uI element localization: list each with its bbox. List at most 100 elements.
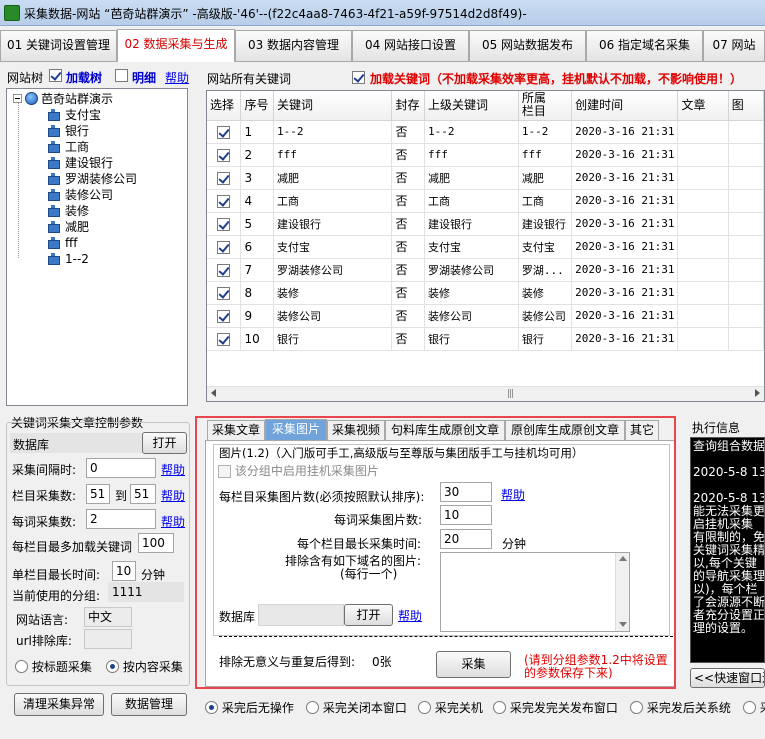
per-count-help-link[interactable]: 帮助 [161, 513, 185, 530]
image-db-help-link[interactable]: 帮助 [398, 607, 422, 624]
max-time-input[interactable]: 10 [112, 561, 136, 581]
row-select-cell[interactable] [207, 143, 242, 167]
option-close-publish[interactable]: 采完发完关发布窗口 [493, 699, 618, 716]
subtab-sentence-library[interactable]: 句料库生成原创文章 [385, 420, 505, 440]
tab-site-interface[interactable]: 04 网站接口设置 [352, 30, 469, 61]
row-select-cell[interactable] [207, 212, 242, 236]
table-row[interactable]: 5 建设银行否建设银行 建设银行 2020-3-16 21:31 [207, 212, 764, 236]
subtab-other[interactable]: 其它 [625, 420, 659, 440]
col-article[interactable]: 文章 [677, 91, 729, 121]
col-sealed[interactable]: 封存 [391, 91, 426, 121]
row-checkbox[interactable] [217, 148, 231, 162]
site-tree[interactable]: 芭奇站群演示 支付宝 银行 工商 建设银行 罗湖装修公司 装修公司 装修 减肥 … [6, 88, 188, 406]
interval-help-link[interactable]: 帮助 [161, 461, 185, 478]
url-exclude-input[interactable] [84, 629, 132, 649]
option-shutdown[interactable]: 采完关机 [418, 699, 483, 716]
row-select-cell[interactable] [207, 304, 242, 328]
tree-root[interactable]: 芭奇站群演示 [13, 91, 113, 107]
tree-item[interactable]: 减肥 [47, 219, 89, 235]
row-select-cell[interactable] [207, 258, 242, 282]
column-count-to-input[interactable]: 51 [130, 484, 156, 504]
radio-by-content[interactable]: 按内容采集 [106, 658, 183, 675]
table-row[interactable]: 7 罗湖装修公司否罗湖装修公司 罗湖... 2020-3-16 21:31 [207, 258, 764, 282]
table-row[interactable]: 10 银行否银行 银行 2020-3-16 21:31 [207, 327, 764, 351]
column-count-from-input[interactable]: 51 [86, 484, 110, 504]
table-row[interactable]: 9 装修公司否装修公司 装修公司 2020-3-16 21:31 [207, 304, 764, 328]
scroll-up-icon[interactable] [619, 556, 627, 561]
table-row[interactable]: 8 装修否装修 装修 2020-3-16 21:31 [207, 281, 764, 305]
tree-item[interactable]: 银行 [47, 123, 89, 139]
max-keywords-input[interactable]: 100 [138, 533, 174, 553]
row-checkbox[interactable] [217, 263, 231, 277]
row-select-cell[interactable] [207, 281, 242, 305]
tree-item[interactable]: 建设银行 [47, 155, 113, 171]
row-checkbox[interactable] [217, 125, 231, 139]
subtab-collect-images[interactable]: 采集图片 [265, 419, 327, 441]
grid-horizontal-scrollbar[interactable]: ||| [207, 386, 764, 401]
row-select-cell[interactable] [207, 235, 242, 259]
tab-site-more[interactable]: 07 网站 [703, 30, 765, 61]
load-keywords-checkbox[interactable] [352, 70, 365, 84]
per-count-input[interactable]: 2 [86, 509, 156, 529]
per-column-images-input[interactable]: 30 [440, 482, 492, 502]
scroll-thumb[interactable]: ||| [507, 389, 519, 399]
detail-checkbox[interactable] [115, 68, 128, 82]
row-select-cell[interactable] [207, 120, 242, 144]
collect-images-button[interactable]: 采集 [436, 651, 511, 678]
keyword-grid[interactable]: 选择 序号 关键词 封存 上级关键词 所属 栏目 创建时间 文章 图 1 1--2… [206, 90, 765, 402]
tab-data-collection[interactable]: 02 数据采集与生成 [117, 29, 235, 62]
row-checkbox[interactable] [217, 309, 231, 323]
option-more[interactable]: 采 [743, 699, 765, 716]
exclude-domains-textarea[interactable] [440, 552, 630, 632]
col-keyword[interactable]: 关键词 [273, 91, 393, 121]
open-database-button[interactable]: 打开 [142, 432, 187, 454]
tab-keyword-settings[interactable]: 01 关键词设置管理 [0, 30, 117, 61]
interval-input[interactable]: 0 [86, 458, 156, 478]
data-manage-button[interactable]: 数据管理 [111, 693, 187, 716]
collapse-icon[interactable] [13, 94, 22, 103]
tree-item[interactable]: 工商 [47, 139, 89, 155]
table-row[interactable]: 3 减肥否减肥 减肥 2020-3-16 21:31 [207, 166, 764, 190]
col-image[interactable]: 图 [728, 91, 764, 121]
table-row[interactable]: 4 工商否工商 工商 2020-3-16 21:31 [207, 189, 764, 213]
table-row[interactable]: 2 fff 否 fff fff 2020-3-16 21:31 [207, 143, 764, 167]
radio-by-title[interactable]: 按标题采集 [15, 658, 92, 675]
per-word-images-input[interactable]: 10 [440, 505, 492, 525]
row-checkbox[interactable] [217, 332, 231, 346]
scroll-down-icon[interactable] [619, 622, 627, 627]
column-count-help-link[interactable]: 帮助 [161, 487, 185, 504]
exec-log[interactable]: 查询组合数据 2020-5-8 13: 2020-5-8 13: 能无法采集更 启挂机采… [690, 437, 765, 663]
image-db-open-button[interactable]: 打开 [344, 604, 393, 626]
col-select[interactable]: 选择 [207, 91, 242, 121]
images-help-link[interactable]: 帮助 [501, 486, 525, 503]
row-select-cell[interactable] [207, 166, 242, 190]
tree-help-link[interactable]: 帮助 [165, 69, 189, 86]
textarea-scrollbar[interactable] [615, 553, 629, 631]
scroll-right-icon[interactable] [755, 389, 760, 397]
col-column[interactable]: 所属 栏目 [518, 91, 573, 121]
option-close-window[interactable]: 采完关闭本窗口 [306, 699, 407, 716]
row-checkbox[interactable] [217, 194, 231, 208]
tab-content-management[interactable]: 03 数据内容管理 [235, 30, 352, 61]
row-select-cell[interactable] [207, 189, 242, 213]
option-no-action[interactable]: 采完后无操作 [205, 699, 294, 716]
tree-item[interactable]: 装修公司 [47, 187, 113, 203]
row-select-cell[interactable] [207, 327, 242, 351]
column-max-time-input[interactable]: 20 [440, 529, 492, 549]
tree-item[interactable]: 1--2 [47, 251, 89, 267]
enable-auto-image[interactable]: 该分组中启用挂机采集图片 [218, 462, 379, 479]
col-parent[interactable]: 上级关键词 [424, 91, 519, 121]
scroll-left-icon[interactable] [211, 389, 216, 397]
table-row[interactable]: 6 支付宝否支付宝 支付宝 2020-3-16 21:31 [207, 235, 764, 259]
row-checkbox[interactable] [217, 171, 231, 185]
tree-item[interactable]: 罗湖装修公司 [47, 171, 137, 187]
load-tree-checkbox[interactable] [49, 68, 62, 82]
tab-domain-collection[interactable]: 06 指定域名采集 [586, 30, 703, 61]
col-seq[interactable]: 序号 [240, 91, 274, 121]
row-checkbox[interactable] [217, 240, 231, 254]
row-checkbox[interactable] [217, 217, 231, 231]
tree-item[interactable]: 支付宝 [47, 107, 101, 123]
tree-item[interactable]: fff [47, 235, 78, 251]
tree-item[interactable]: 装修 [47, 203, 89, 219]
subtab-original-library[interactable]: 原创库生成原创文章 [505, 420, 625, 440]
